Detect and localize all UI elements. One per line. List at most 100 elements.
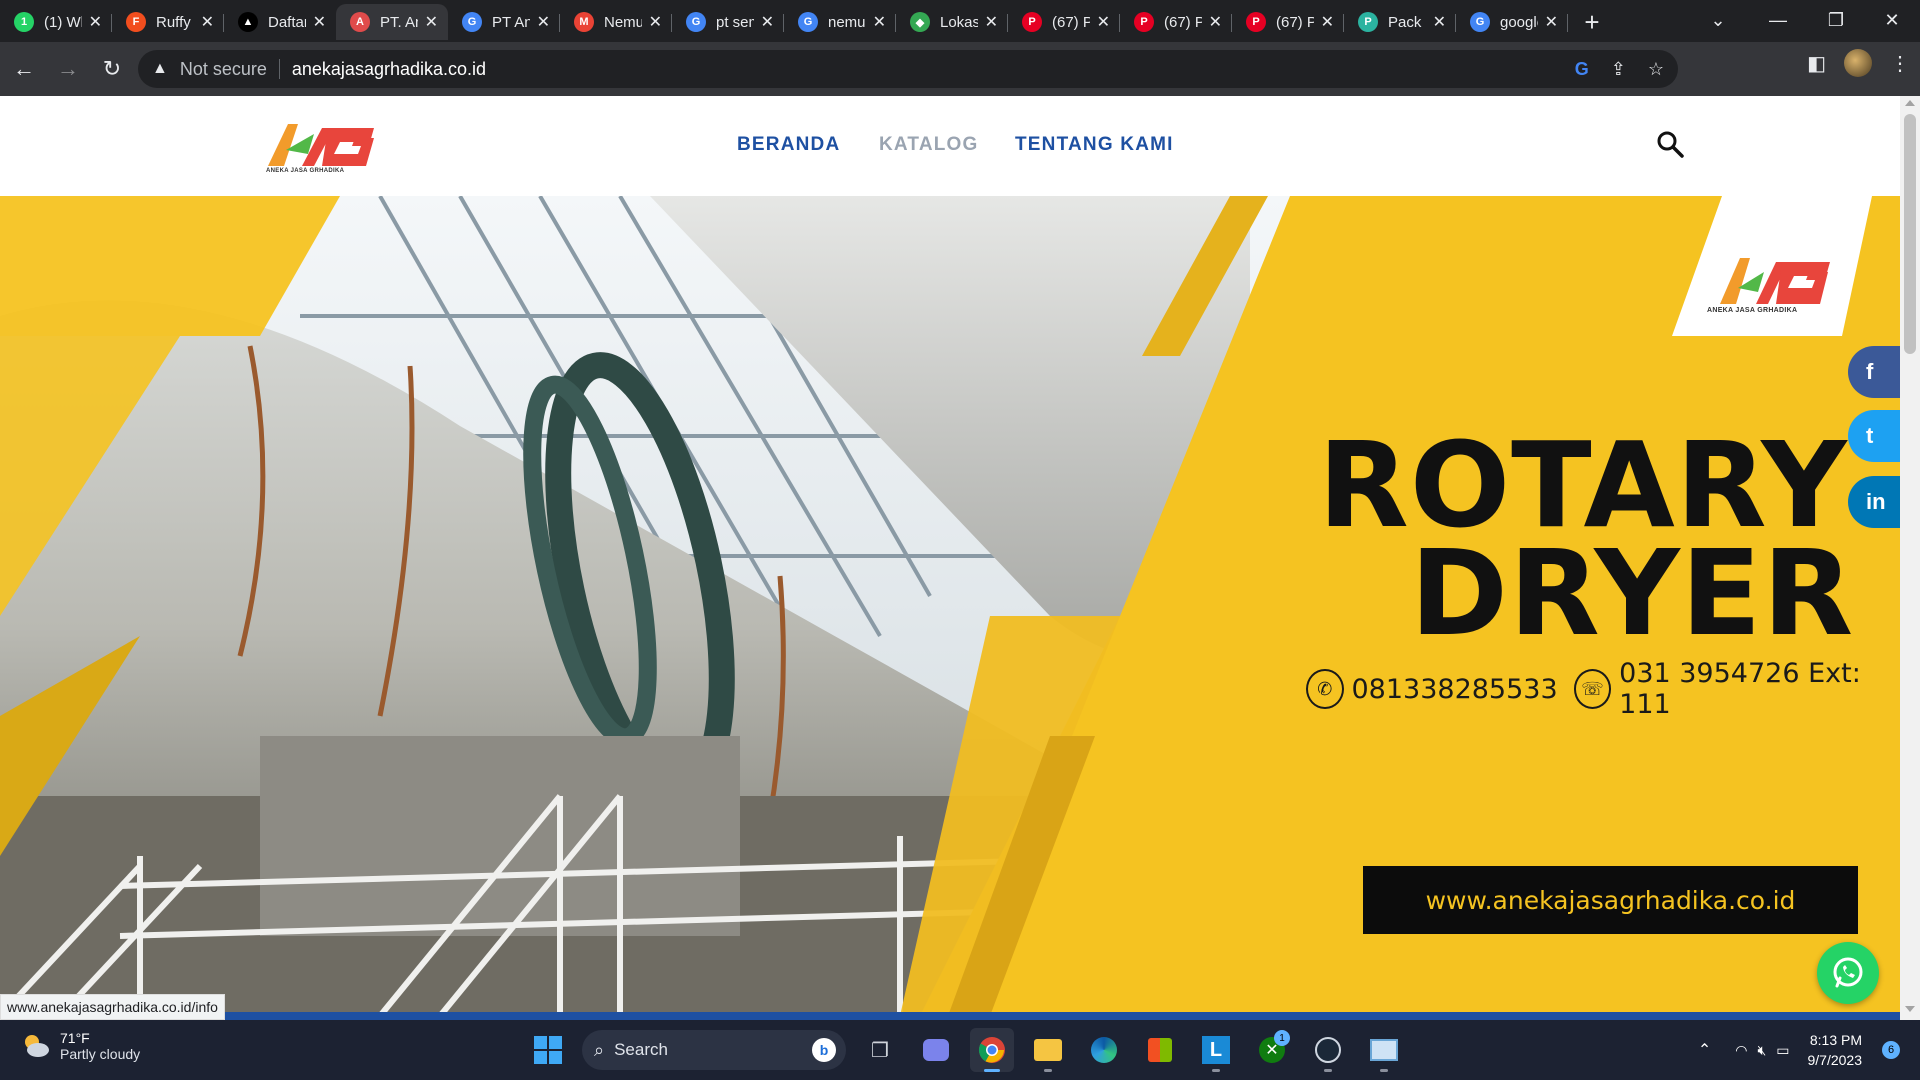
edge-button[interactable]	[1082, 1028, 1126, 1072]
facebook-share-button[interactable]: f	[1848, 346, 1900, 398]
divider	[278, 59, 280, 79]
windows-logo-icon	[534, 1036, 562, 1064]
twitter-icon: t	[1866, 423, 1874, 448]
page-scrollbar[interactable]	[1900, 96, 1920, 1020]
browser-tab[interactable]: P Pack ✕	[1344, 4, 1456, 40]
gmail-icon: M	[574, 12, 594, 32]
running-indicator	[1044, 1069, 1052, 1072]
close-tab-icon[interactable]: ✕	[985, 12, 998, 32]
linkedin-share-button[interactable]: in	[1848, 476, 1900, 528]
browser-tab[interactable]: Gpt semen ✕	[672, 4, 784, 40]
running-indicator	[1324, 1069, 1332, 1072]
security-label[interactable]: Not secure	[180, 59, 267, 80]
close-tab-icon[interactable]: ✕	[1097, 12, 1110, 32]
steam-button[interactable]	[1306, 1028, 1350, 1072]
browser-tab[interactable]: G PT Aneka ✕	[448, 4, 560, 40]
file-explorer-button[interactable]	[1026, 1028, 1070, 1072]
browser-tab[interactable]: ◆ Lokasi ✕	[896, 4, 1008, 40]
browser-tab[interactable]: M Nemu ✕	[560, 4, 672, 40]
google-lens-icon[interactable]: G	[1575, 59, 1589, 80]
browser-tab[interactable]: Ggoogle ✕	[1456, 4, 1568, 40]
close-tab-icon[interactable]: ✕	[761, 12, 774, 32]
browser-tab[interactable]: 1 (1) WhatsApp ✕	[0, 4, 112, 40]
close-tab-icon[interactable]: ✕	[873, 12, 886, 32]
tab-title: Pack	[1388, 13, 1422, 31]
teams-chat-button[interactable]	[914, 1028, 958, 1072]
close-tab-icon[interactable]: ✕	[313, 12, 326, 32]
search-icon[interactable]	[1656, 130, 1684, 158]
forward-button[interactable]: →	[48, 49, 88, 89]
running-indicator	[1380, 1069, 1388, 1072]
close-tab-icon[interactable]: ✕	[1545, 12, 1558, 32]
omnibox-actions: G ⇪ ☆	[1575, 50, 1664, 88]
maximize-button[interactable]: ❐	[1806, 0, 1866, 40]
chrome-taskbar-button[interactable]	[970, 1028, 1014, 1072]
phone-mobile: 081338285533	[1351, 673, 1558, 705]
l-app-button[interactable]: L	[1194, 1028, 1238, 1072]
side-panel-icon[interactable]: ◧	[1807, 51, 1826, 76]
browser-tab[interactable]: P (67) Pinterest ✕	[1232, 4, 1344, 40]
menu-kebab-icon[interactable]: ⋮	[1890, 51, 1910, 76]
taskbar-search[interactable]: ⌕ Search b	[582, 1030, 846, 1070]
hero-banner[interactable]: ANEKA JASA GRHADIKA ROTARY DRYER ✆ 08133…	[0, 196, 1900, 1016]
close-tab-icon[interactable]: ✕	[1321, 12, 1334, 32]
twitter-share-button[interactable]: t	[1848, 410, 1900, 462]
tab-title: (67) Pinterest	[1052, 13, 1090, 31]
notification-badge[interactable]: 6	[1882, 1041, 1900, 1059]
start-button[interactable]	[526, 1028, 570, 1072]
whatsapp-chat-button[interactable]	[1817, 942, 1879, 1004]
wifi-icon[interactable]: ◠	[1735, 1042, 1747, 1059]
tab-title: PT Aneka	[492, 13, 530, 31]
close-window-button[interactable]: ✕	[1862, 0, 1920, 40]
address-bar[interactable]: ▲ Not secure anekajasagrhadika.co.id G ⇪…	[138, 50, 1678, 88]
pinterest-icon: P	[1246, 12, 1266, 32]
share-icon[interactable]: ⇪	[1611, 59, 1626, 80]
xbox-badge: 1	[1274, 1030, 1290, 1046]
xbox-button[interactable]: ✕ 1	[1250, 1028, 1294, 1072]
reload-button[interactable]: ↻	[92, 49, 132, 89]
warning-icon[interactable]: ▲	[152, 60, 168, 78]
scroll-down-icon[interactable]	[1905, 1006, 1915, 1012]
browser-tab[interactable]: F Ruffy ✕	[112, 4, 224, 40]
tab-search-icon[interactable]: ⌄	[1688, 0, 1748, 40]
browser-tab[interactable]: P (67) Pinterest ✕	[1120, 4, 1232, 40]
close-tab-icon[interactable]: ✕	[89, 12, 102, 32]
browser-tab[interactable]: ▲ Daftar ✕	[224, 4, 336, 40]
chrome-icon	[978, 1037, 1005, 1063]
bookmark-star-icon[interactable]: ☆	[1648, 59, 1664, 80]
task-view-button[interactable]: ❐	[858, 1028, 902, 1072]
battery-icon[interactable]: ▭	[1776, 1042, 1789, 1059]
steam-icon	[1315, 1037, 1341, 1063]
back-button[interactable]: ←	[4, 49, 44, 89]
clock-time: 8:13 PM	[1809, 1032, 1862, 1048]
browser-tab[interactable]: Gnemu ✕	[784, 4, 896, 40]
nav-katalog[interactable]: KATALOG	[879, 134, 979, 156]
close-tab-icon[interactable]: ✕	[649, 12, 662, 32]
browser-tab[interactable]: A PT. Aneka ✕	[336, 4, 448, 40]
chat-icon	[923, 1039, 949, 1061]
hero-logo-caption: ANEKA JASA GRHADIKA	[1707, 307, 1798, 314]
close-tab-icon[interactable]: ✕	[1209, 12, 1222, 32]
new-tab-button[interactable]: +	[1574, 4, 1610, 40]
profile-avatar[interactable]	[1844, 49, 1872, 77]
weather-widget[interactable]: 71°F Partly cloudy	[20, 1030, 140, 1062]
close-tab-icon[interactable]: ✕	[1433, 12, 1446, 32]
nav-tentang-kami[interactable]: TENTANG KAMI	[1015, 134, 1174, 156]
url-text[interactable]: anekajasagrhadika.co.id	[292, 59, 486, 80]
browser-tab[interactable]: P (67) Pinterest ✕	[1008, 4, 1120, 40]
close-tab-icon[interactable]: ✕	[537, 12, 550, 32]
scroll-thumb[interactable]	[1904, 114, 1916, 354]
google-icon: G	[1470, 12, 1490, 32]
clock[interactable]: 8:13 PM 9/7/2023	[1808, 1030, 1863, 1070]
close-tab-icon[interactable]: ✕	[425, 12, 438, 32]
minimize-button[interactable]: —	[1748, 0, 1808, 40]
store-icon	[1148, 1038, 1172, 1062]
monitor-app-button[interactable]	[1362, 1028, 1406, 1072]
chevron-up-icon[interactable]: ⌃	[1698, 1040, 1711, 1060]
volume-muted-icon[interactable]: 🔇︎	[1757, 1042, 1766, 1059]
nav-beranda[interactable]: BERANDA	[737, 134, 840, 156]
store-button[interactable]	[1138, 1028, 1182, 1072]
scroll-up-icon[interactable]	[1905, 100, 1915, 106]
close-tab-icon[interactable]: ✕	[201, 12, 214, 32]
toolbar-right: ◧ ⋮	[1807, 49, 1910, 77]
